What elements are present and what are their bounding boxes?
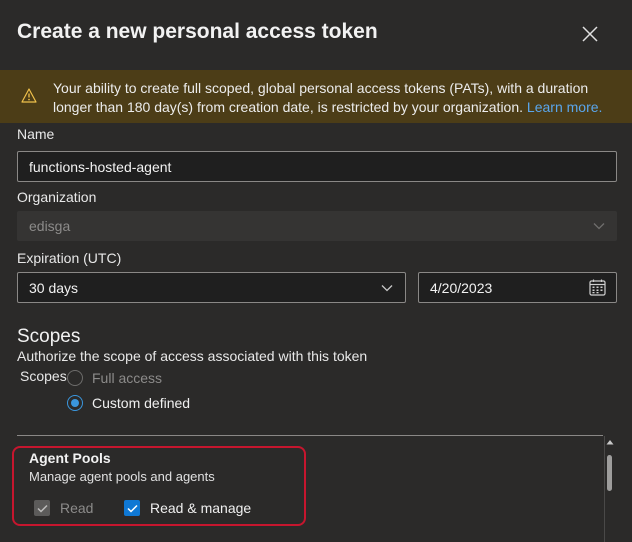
warning-message: Your ability to create full scoped, glob… — [53, 79, 618, 117]
expiration-date-value: 4/20/2023 — [430, 279, 493, 296]
organization-select: edisga — [17, 211, 617, 241]
warning-banner: Your ability to create full scoped, glob… — [0, 70, 632, 123]
expiration-duration-select[interactable]: 30 days — [17, 272, 406, 303]
close-icon — [582, 26, 598, 42]
chevron-down-icon — [381, 284, 393, 291]
checkbox-read-manage-label: Read & manage — [150, 500, 252, 516]
radio-indicator-checked — [67, 395, 83, 411]
organization-value: edisga — [29, 218, 71, 234]
name-input[interactable]: functions-hosted-agent — [17, 151, 617, 182]
checkmark-icon — [126, 504, 138, 513]
radio-custom-defined-label: Custom defined — [92, 395, 191, 411]
checkbox-indicator — [34, 500, 50, 516]
chevron-down-icon — [593, 223, 605, 230]
scopes-heading: Scopes — [17, 326, 81, 347]
close-button[interactable] — [576, 20, 604, 48]
create-pat-dialog: Create a new personal access token Your … — [0, 0, 632, 542]
learn-more-link[interactable]: Learn more. — [527, 99, 602, 115]
checkbox-read: Read — [34, 500, 93, 516]
radio-indicator — [67, 370, 83, 386]
scopes-radio-label: Scopes — [20, 368, 67, 384]
radio-full-access-label: Full access — [92, 370, 163, 386]
warning-text: Your ability to create full scoped, glob… — [53, 80, 589, 115]
radio-custom-defined[interactable]: Custom defined — [67, 395, 190, 411]
scrollbar-thumb[interactable] — [607, 455, 612, 491]
name-input-value: functions-hosted-agent — [29, 158, 172, 175]
calendar-icon[interactable] — [589, 279, 606, 296]
expiration-date-picker[interactable]: 4/20/2023 — [418, 272, 617, 303]
expiration-label: Expiration (UTC) — [17, 250, 122, 266]
checkbox-indicator-checked — [124, 500, 140, 516]
checkbox-read-label: Read — [60, 500, 94, 516]
organization-label: Organization — [17, 189, 97, 205]
agent-pools-description: Manage agent pools and agents — [29, 469, 215, 484]
scopes-divider — [17, 435, 603, 436]
scopes-description: Authorize the scope of access associated… — [17, 348, 368, 364]
checkmark-icon — [36, 504, 48, 513]
radio-full-access[interactable]: Full access — [67, 370, 162, 386]
checkbox-read-manage[interactable]: Read & manage — [124, 500, 251, 516]
warning-icon — [21, 88, 37, 108]
expiration-duration-value: 30 days — [29, 279, 79, 296]
dialog-title: Create a new personal access token — [17, 20, 378, 43]
agent-pools-title: Agent Pools — [29, 450, 111, 466]
name-label: Name — [17, 126, 55, 142]
scroll-up-icon[interactable] — [606, 439, 614, 445]
